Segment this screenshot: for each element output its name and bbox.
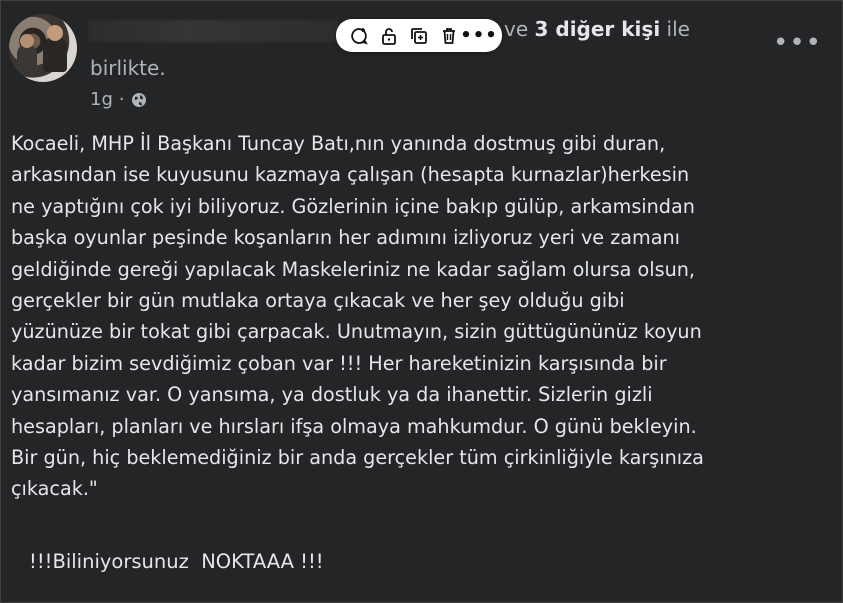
redacted-author-name bbox=[88, 20, 338, 42]
toolbar-more-button[interactable]: ••• bbox=[460, 24, 497, 48]
comment-add-icon bbox=[351, 27, 368, 44]
tagged-people-line: ve 3 diğer kişi ile bbox=[504, 17, 690, 41]
header-line-2: birlikte. bbox=[90, 56, 166, 80]
copy-button[interactable] bbox=[407, 24, 431, 48]
more-horizontal-icon: ••• bbox=[773, 28, 823, 58]
avatar[interactable] bbox=[9, 14, 77, 82]
meta-separator: · bbox=[118, 89, 125, 110]
timestamp[interactable]: 1g bbox=[90, 89, 113, 110]
delete-button[interactable] bbox=[437, 24, 461, 48]
tagged-others-link[interactable]: 3 diğer kişi bbox=[535, 17, 661, 41]
comment-add-button[interactable] bbox=[347, 24, 371, 48]
post-body: Kocaeli, MHP İl Başkanı Tuncay Batı,nın … bbox=[11, 132, 704, 501]
post-footer-line: !!!Biliniyorsunuz NOKTAAA !!! bbox=[29, 550, 324, 573]
more-horizontal-icon: ••• bbox=[460, 24, 498, 46]
header-prefix: ve bbox=[504, 17, 535, 41]
globe-icon bbox=[131, 92, 146, 107]
post-meta: 1g · bbox=[90, 89, 147, 110]
header-suffix: ile bbox=[660, 17, 690, 41]
unlock-button[interactable] bbox=[377, 24, 401, 48]
copy-icon bbox=[411, 27, 427, 44]
trash-icon bbox=[443, 27, 455, 44]
unlock-icon bbox=[382, 27, 396, 45]
post-options-button[interactable]: ••• bbox=[773, 30, 822, 56]
floating-toolbar: ••• bbox=[336, 19, 502, 52]
